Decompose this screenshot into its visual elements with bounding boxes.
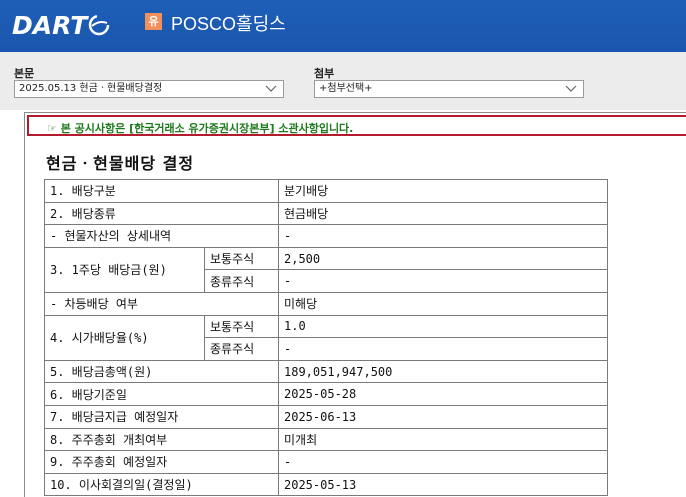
table-row: 6. 배당기준일 2025-05-28 <box>44 382 608 406</box>
row-label: 4. 시가배당율(%) <box>44 314 205 361</box>
main-doc-select[interactable]: 2025.05.13 현금ㆍ현물배당결정 <box>14 80 284 98</box>
main-doc-label: 본문 <box>14 67 35 80</box>
row-value: 2025-05-13 <box>278 472 608 497</box>
row-value: 미개최 <box>278 427 608 452</box>
document-selector-bar: 본문 2025.05.13 현금ㆍ현물배당결정 첨부 +첨부선택+ <box>0 52 686 110</box>
row-value: 미해당 <box>278 291 608 316</box>
jurisdiction-notice: ☞ 본 공시사항은 [한국거래소 유가증권시장본부] 소관사항입니다. <box>27 115 686 136</box>
dart-logo[interactable]: DART <box>12 10 110 40</box>
table-row: 8. 주주총회 개최여부 미개최 <box>44 427 608 452</box>
row-label: 2. 배당종류 <box>44 201 279 226</box>
company-name: POSCO홀딩스 <box>171 14 286 34</box>
row-label: 8. 주주총회 개최여부 <box>44 427 279 452</box>
row-value: - <box>278 224 608 248</box>
row-value: 현금배당 <box>278 201 608 226</box>
table-row: 7. 배당금지급 예정일자 2025-06-13 <box>44 404 608 429</box>
row-sublabel: 종류주식 <box>204 269 279 293</box>
row-value: - <box>278 450 608 474</box>
row-label: 6. 배당기준일 <box>44 382 279 406</box>
row-value: 1.0 <box>278 314 608 339</box>
attachment-select[interactable]: +첨부선택+ <box>314 80 584 98</box>
attachment-label: 첨부 <box>314 67 335 80</box>
row-label: 3. 1주당 배당금(원) <box>44 246 205 293</box>
row-sublabel: 종류주식 <box>204 337 279 361</box>
table-row: 2. 배당종류 현금배당 <box>44 201 608 226</box>
row-value: 2025-06-13 <box>278 404 608 429</box>
row-label: 10. 이사회결의일(결정일) <box>44 472 279 497</box>
document-title: 현금ㆍ현물배당 결정 <box>46 154 195 173</box>
market-badge: 유 <box>145 13 162 30</box>
table-row: 10. 이사회결의일(결정일) 2025-05-13 <box>44 472 608 497</box>
chevron-down-icon <box>265 83 277 95</box>
row-value: 2,500 <box>278 246 608 271</box>
table-row: 9. 주주총회 예정일자 - <box>44 450 608 474</box>
table-row: - 현물자산의 상세내역 - <box>44 224 608 248</box>
table-row: 5. 배당금총액(원) 189,051,947,500 <box>44 359 608 384</box>
row-label: 1. 배당구분 <box>44 179 279 203</box>
row-label: 7. 배당금지급 예정일자 <box>44 404 279 429</box>
row-value: - <box>278 269 608 293</box>
dividend-table: 1. 배당구분 분기배당 2. 배당종류 현금배당 - 현물자산의 상세내역 -… <box>44 179 608 497</box>
row-label: - 차등배당 여부 <box>44 291 279 316</box>
row-sublabel: 보통주식 <box>204 246 279 271</box>
row-value: 2025-05-28 <box>278 382 608 406</box>
table-row: 4. 시가배당율(%) 보통주식 1.0 <box>44 314 608 361</box>
table-row: 1. 배당구분 분기배당 <box>44 179 608 203</box>
row-value: 분기배당 <box>278 179 608 203</box>
dart-logo-swirl-icon <box>88 14 110 36</box>
top-header: DART 유 POSCO홀딩스 <box>0 0 686 52</box>
row-sublabel: 보통주식 <box>204 314 279 339</box>
row-label: 9. 주주총회 예정일자 <box>44 450 279 474</box>
row-label: - 현물자산의 상세내역 <box>44 224 279 248</box>
table-row: - 차등배당 여부 미해당 <box>44 291 608 316</box>
row-label: 5. 배당금총액(원) <box>44 359 279 384</box>
row-value: - <box>278 337 608 361</box>
dart-logo-text: DART <box>12 10 88 40</box>
attachment-select-value: +첨부선택+ <box>319 83 373 94</box>
main-doc-select-value: 2025.05.13 현금ㆍ현물배당결정 <box>19 83 163 94</box>
chevron-down-icon <box>565 83 577 95</box>
row-value: 189,051,947,500 <box>278 359 608 384</box>
table-row: 3. 1주당 배당금(원) 보통주식 2,500 <box>44 246 608 293</box>
notice-text: ☞ 본 공시사항은 [한국거래소 유가증권시장본부] 소관사항입니다. <box>47 122 354 135</box>
